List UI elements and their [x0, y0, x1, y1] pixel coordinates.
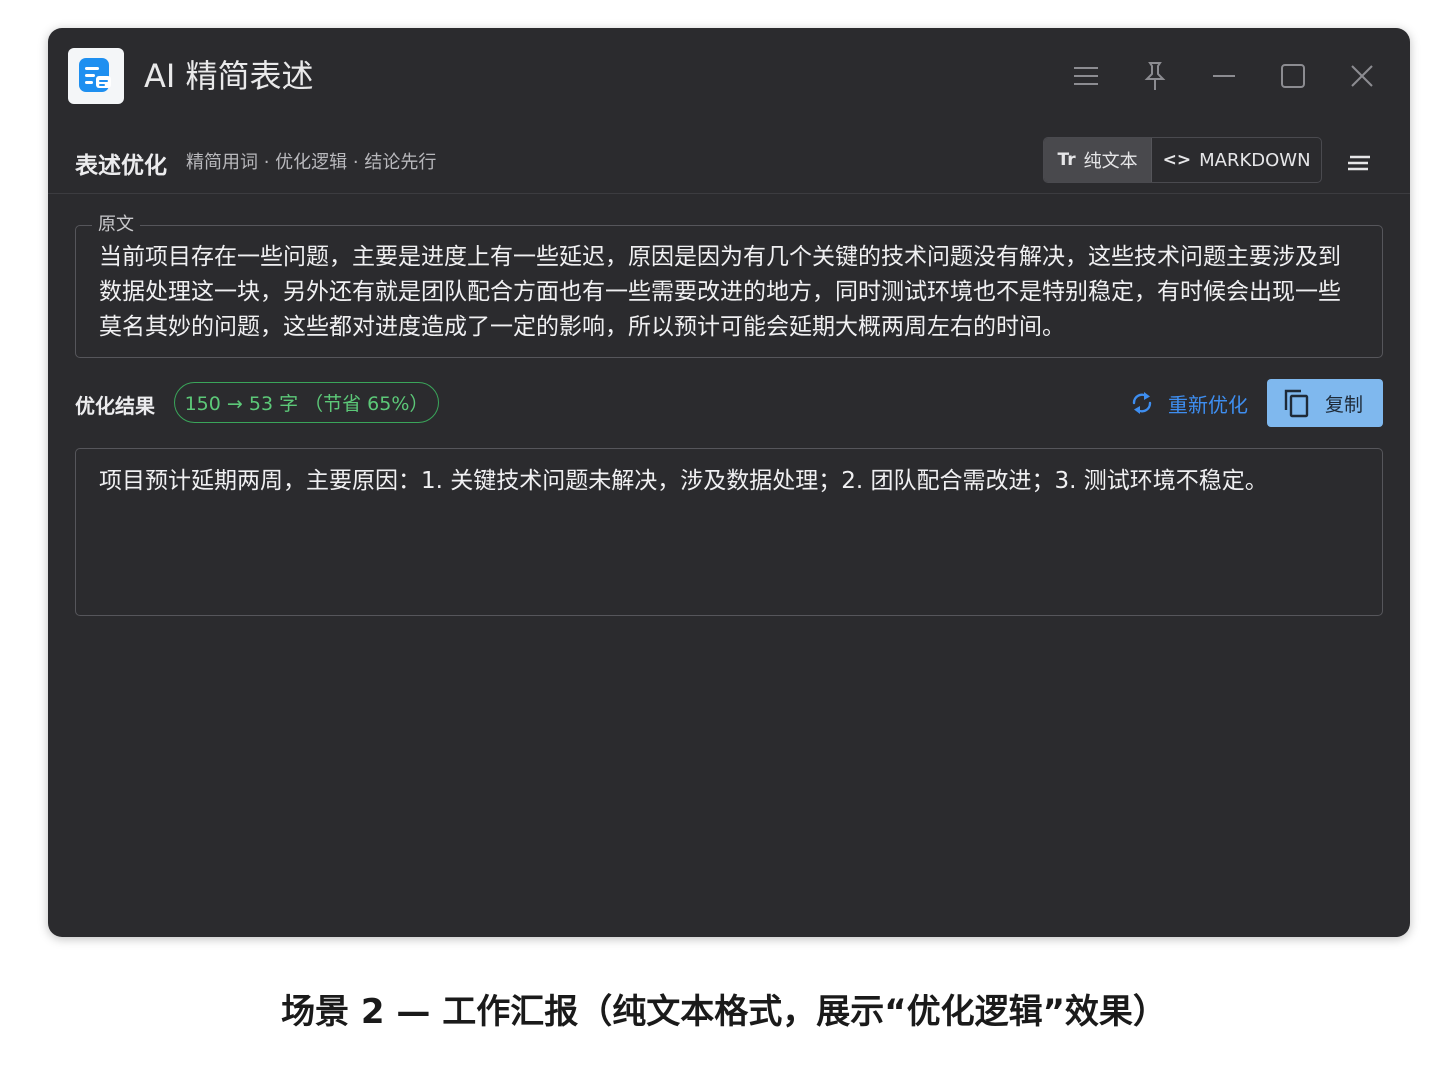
maximize-icon[interactable]: [1273, 58, 1313, 94]
copy-label: 复制: [1325, 393, 1364, 416]
result-text-box[interactable]: 项目预计延期两周，主要原因：1. 关键技术问题未解决，涉及数据处理；2. 团队配…: [75, 448, 1383, 616]
mode-subtitle: 精简用词 · 优化逻辑 · 结论先行: [186, 152, 437, 173]
refresh-icon: [1132, 392, 1152, 414]
original-text-box[interactable]: 原文 当前项目存在一些问题，主要是进度上有一些延迟，原因是因为有几个关键的技术问…: [75, 213, 1383, 358]
format-markdown-button[interactable]: <> MARKDOWN: [1152, 138, 1321, 182]
character-count-badge: 150 → 53 字 （节省 65%）: [174, 382, 439, 423]
copy-icon: [1284, 389, 1309, 418]
mode-toolbar: 表述优化 精简用词 · 优化逻辑 · 结论先行 Tr 纯文本 <> MARKDO…: [48, 132, 1410, 194]
code-brackets-icon: <>: [1162, 150, 1192, 170]
hamburger-icon[interactable]: [1066, 58, 1106, 94]
app-logo-icon: [68, 48, 124, 104]
result-text: 项目预计延期两周，主要原因：1. 关键技术问题未解决，涉及数据处理；2. 团队配…: [99, 468, 1268, 494]
regenerate-button[interactable]: 重新优化: [1130, 386, 1248, 420]
original-text: 当前项目存在一些问题，主要是进度上有一些延迟，原因是因为有几个关键的技术问题没有…: [99, 244, 1341, 340]
text-format-icon: Tr: [1057, 150, 1076, 170]
close-icon[interactable]: [1342, 58, 1382, 94]
minimize-icon[interactable]: [1204, 58, 1244, 94]
copy-button[interactable]: 复制: [1267, 379, 1383, 427]
app-window: AI 精简表述 表述优化 精简用词 · 优化逻辑 · 结论先行 Tr 纯文本 <…: [48, 28, 1410, 937]
format-plain-text-button[interactable]: Tr 纯文本: [1044, 138, 1153, 182]
regenerate-label: 重新优化: [1168, 392, 1248, 417]
align-lines-icon[interactable]: [1344, 148, 1374, 178]
format-markdown-label: MARKDOWN: [1199, 149, 1311, 171]
original-legend: 原文: [92, 213, 140, 237]
figure-caption: 场景 2 — 工作汇报（纯文本格式，展示“优化逻辑”效果）: [281, 992, 1167, 1032]
result-label: 优化结果: [75, 394, 155, 418]
title-bar: AI 精简表述: [48, 28, 1410, 128]
format-plain-label: 纯文本: [1083, 151, 1138, 172]
pin-icon[interactable]: [1135, 58, 1175, 94]
mode-title: 表述优化: [75, 153, 167, 179]
app-title: AI 精简表述: [144, 57, 314, 95]
format-toggle-group: Tr 纯文本 <> MARKDOWN: [1043, 137, 1322, 183]
